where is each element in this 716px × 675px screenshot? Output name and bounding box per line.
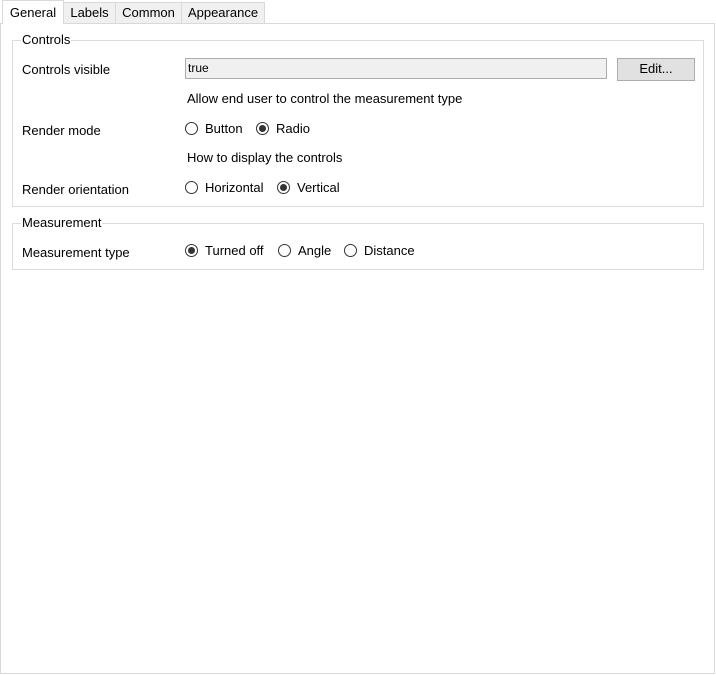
tab-strip: General Labels Common Appearance [0,0,716,24]
tab-appearance[interactable]: Appearance [181,2,265,23]
render-mode-label: Render mode [22,123,101,138]
radio-label: Vertical [297,180,340,195]
measurement-type-label: Measurement type [22,245,130,260]
controls-visible-hint: Allow end user to control the measuremen… [187,91,463,106]
radio-checked-icon [185,244,198,257]
tab-labels[interactable]: Labels [63,2,116,23]
radio-unchecked-icon [344,244,357,257]
radio-label: Horizontal [205,180,264,195]
controls-visible-label: Controls visible [22,62,111,77]
render-mode-hint: How to display the controls [187,150,343,165]
render-orientation-label: Render orientation [22,182,129,197]
tab-general[interactable]: General [2,0,64,24]
radio-label: Angle [298,243,332,258]
radio-label: Turned off [205,243,264,258]
radio-unchecked-icon [185,181,198,194]
radio-unchecked-icon [278,244,291,257]
radio-checked-icon [277,181,290,194]
controls-visible-field[interactable]: true [185,58,607,79]
radio-unchecked-icon [185,122,198,135]
controls-group-title: Controls [21,32,72,48]
radio-label: Distance [364,243,415,258]
edit-button[interactable]: Edit... [617,58,695,81]
measurement-group-title: Measurement [21,215,103,231]
tab-common[interactable]: Common [115,2,182,23]
radio-label: Button [205,121,243,136]
radio-label: Radio [276,121,310,136]
radio-checked-icon [256,122,269,135]
